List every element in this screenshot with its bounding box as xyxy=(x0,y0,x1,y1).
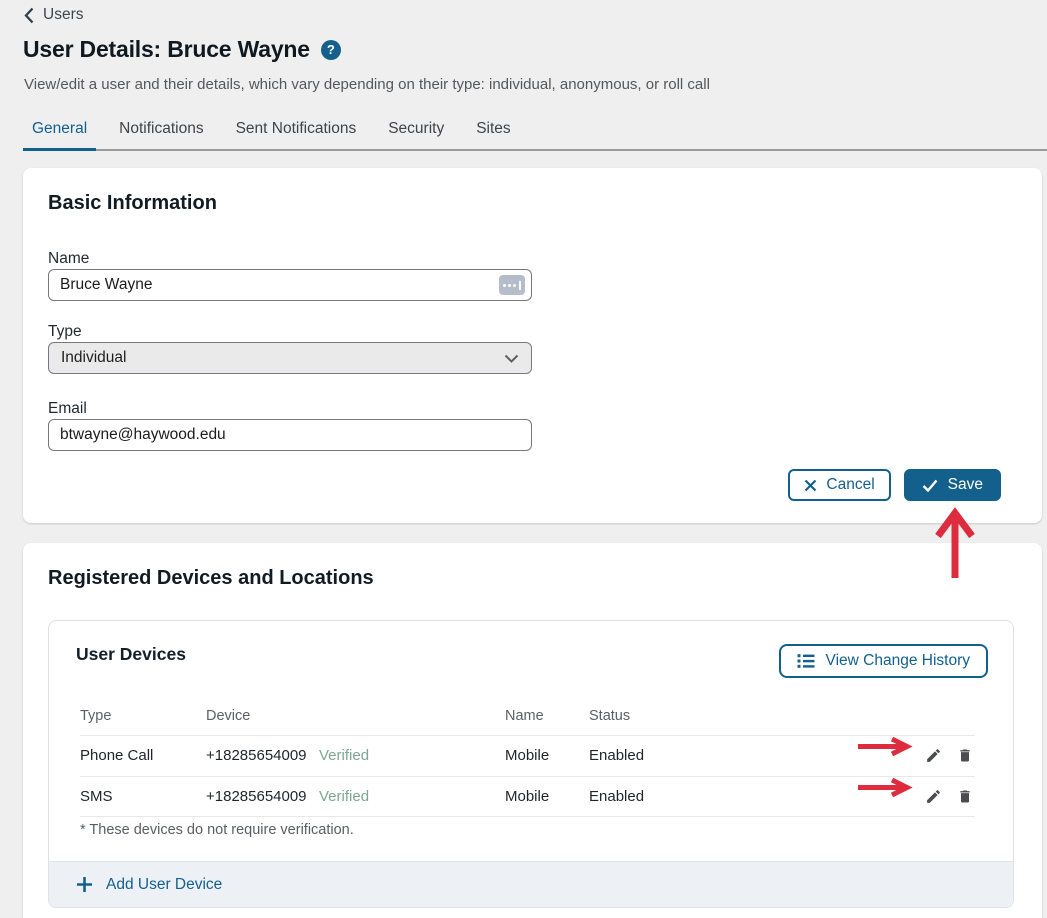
annotation-arrow-right xyxy=(856,737,920,756)
x-icon xyxy=(804,479,817,492)
row-actions xyxy=(925,747,975,764)
back-chevron-icon xyxy=(24,7,34,24)
type-select[interactable]: Individual xyxy=(48,342,532,374)
back-link-label: Users xyxy=(43,6,83,24)
device-type: SMS xyxy=(80,788,206,805)
ellipsis-dot xyxy=(513,284,516,287)
view-change-history-label: View Change History xyxy=(826,652,970,670)
ellipsis-dot xyxy=(503,284,506,287)
col-header-device: Device xyxy=(206,708,319,724)
device-name: Mobile xyxy=(505,788,589,805)
trash-icon xyxy=(957,788,973,805)
tab-sent-notifications[interactable]: Sent Notifications xyxy=(227,111,366,149)
name-input[interactable] xyxy=(48,269,532,301)
edit-device-button[interactable] xyxy=(925,747,942,764)
tab-bar: General Notifications Sent Notifications… xyxy=(23,111,1047,151)
form-actions: Cancel Save xyxy=(788,469,1001,501)
ellipsis-cursor xyxy=(519,281,521,290)
row-actions xyxy=(925,788,975,805)
list-icon xyxy=(797,652,815,670)
user-details-page: Users User Details: Bruce Wayne ? View/e… xyxy=(0,0,1047,918)
chevron-down-icon xyxy=(504,354,519,363)
title-row: User Details: Bruce Wayne ? xyxy=(23,36,341,63)
back-to-users-link[interactable]: Users xyxy=(24,6,83,24)
trash-icon xyxy=(957,747,973,764)
ellipsis-dot xyxy=(508,284,511,287)
table-header-row: Type Device Name Status xyxy=(80,696,975,736)
view-change-history-button[interactable]: View Change History xyxy=(779,644,988,678)
device-row-phone-call: Phone Call +18285654009 Verified Mobile … xyxy=(80,736,975,777)
check-icon xyxy=(922,479,938,492)
device-name: Mobile xyxy=(505,747,589,764)
verification-status: Verified xyxy=(319,747,505,764)
tab-general[interactable]: General xyxy=(23,111,96,149)
cancel-button-label: Cancel xyxy=(826,476,874,494)
type-select-value: Individual xyxy=(61,349,504,367)
plus-icon xyxy=(76,876,93,893)
user-devices-title: User Devices xyxy=(76,644,186,665)
add-user-device-label: Add User Device xyxy=(106,876,222,894)
registered-devices-card: Registered Devices and Locations User De… xyxy=(23,543,1042,918)
save-button-label: Save xyxy=(948,476,983,494)
col-header-status: Status xyxy=(589,708,973,724)
tab-sites[interactable]: Sites xyxy=(467,111,519,149)
add-user-device-button[interactable]: Add User Device xyxy=(49,861,1013,907)
email-input[interactable] xyxy=(48,419,532,451)
pencil-icon xyxy=(925,747,942,764)
annotation-arrow-up xyxy=(933,504,977,580)
col-header-type: Type xyxy=(80,708,206,724)
basic-information-card: Basic Information Name Type Individual E… xyxy=(23,168,1042,523)
edit-device-button[interactable] xyxy=(925,788,942,805)
user-devices-card: User Devices View Change History Type De… xyxy=(48,620,1014,908)
ellipsis-expand-button[interactable] xyxy=(499,275,525,295)
type-label: Type xyxy=(48,323,82,341)
save-button[interactable]: Save xyxy=(904,469,1001,501)
tab-notifications[interactable]: Notifications xyxy=(110,111,212,149)
user-devices-table: Type Device Name Status Phone Call +1828… xyxy=(80,696,975,817)
device-type: Phone Call xyxy=(80,747,206,764)
page-title: User Details: Bruce Wayne xyxy=(23,36,310,63)
device-number: +18285654009 xyxy=(206,747,319,764)
name-label: Name xyxy=(48,250,89,268)
device-number: +18285654009 xyxy=(206,788,319,805)
delete-device-button[interactable] xyxy=(957,788,973,805)
annotation-arrow-right xyxy=(856,778,920,797)
cancel-button[interactable]: Cancel xyxy=(788,469,890,501)
verification-footnote: * These devices do not require verificat… xyxy=(80,822,354,838)
col-header-name: Name xyxy=(505,708,589,724)
verification-status: Verified xyxy=(319,788,505,805)
help-icon[interactable]: ? xyxy=(321,40,341,60)
registered-devices-heading: Registered Devices and Locations xyxy=(48,567,374,590)
basic-information-heading: Basic Information xyxy=(48,192,217,215)
email-field-wrap xyxy=(48,419,532,451)
name-field-wrap xyxy=(48,269,532,301)
pencil-icon xyxy=(925,788,942,805)
tab-security[interactable]: Security xyxy=(379,111,453,149)
email-label: Email xyxy=(48,400,87,418)
page-subtitle: View/edit a user and their details, whic… xyxy=(24,76,710,93)
device-row-sms: SMS +18285654009 Verified Mobile Enabled xyxy=(80,777,975,818)
delete-device-button[interactable] xyxy=(957,747,973,764)
